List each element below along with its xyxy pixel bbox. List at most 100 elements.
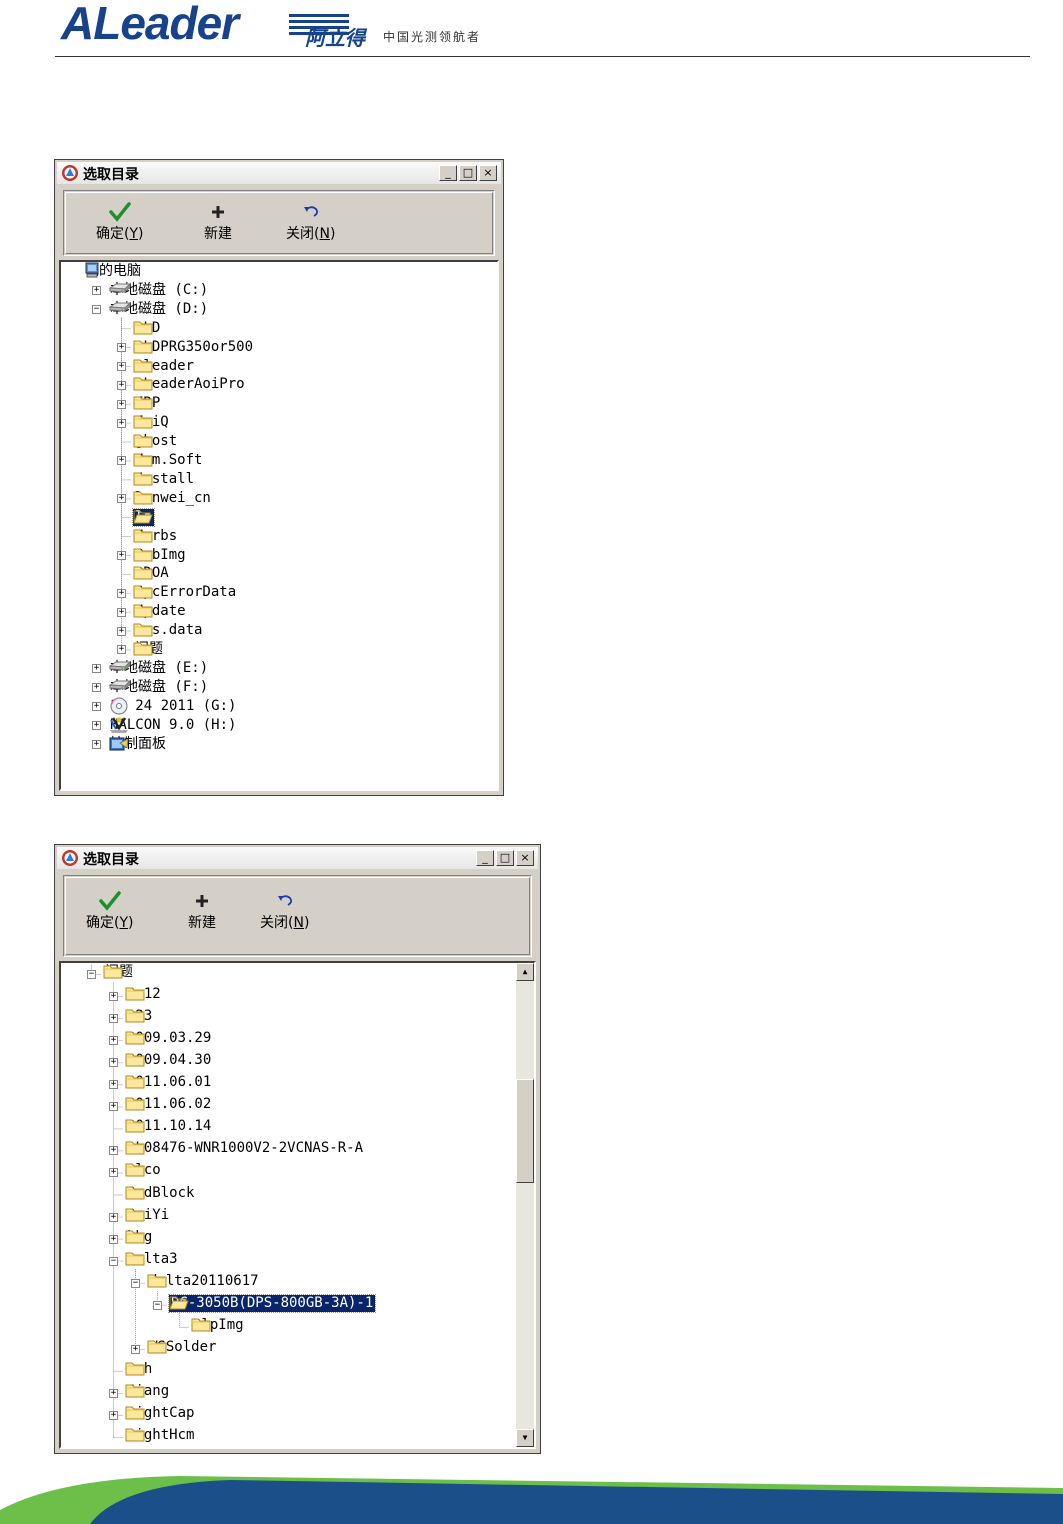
ok-button[interactable]: 确定(Y) [96, 201, 144, 243]
tree-item[interactable]: lanwei_cn [133, 489, 213, 508]
tree-item[interactable]: Hcm.Soft [133, 451, 204, 470]
close-window-button[interactable]: × [516, 850, 534, 866]
tree-item[interactable]: BadBlock [125, 1184, 196, 1203]
expand-plus-icon[interactable]: + [117, 456, 126, 466]
folder-tree[interactable]: ▲ ▼ 问题−3.12+123+2009.03.29+2009.04.30+20… [59, 961, 536, 1449]
expand-plus-icon[interactable]: + [92, 683, 101, 693]
expand-plus-icon[interactable]: + [109, 1388, 118, 1398]
tree-item[interactable]: 2009.03.29 [125, 1029, 213, 1048]
expand-plus-icon[interactable]: + [109, 1234, 118, 1244]
tree-item[interactable]: 本地磁盘 (D:) [108, 300, 210, 319]
tree-item[interactable]: 控制面板 [108, 735, 168, 754]
tree-item[interactable]: 本地磁盘 (E:) [108, 659, 210, 678]
collapse-minus-icon[interactable]: − [131, 1278, 140, 1288]
folder-tree[interactable]: 我的电脑本地磁盘 (C:) + 本地磁盘 (D:)− ALDALDPRG350or50… [59, 260, 499, 791]
tree-item[interactable]: LightHcm [125, 1426, 196, 1445]
scroll-up-arrow-icon[interactable]: ▲ [516, 963, 534, 981]
expand-plus-icon[interactable]: + [117, 418, 126, 428]
collapse-minus-icon[interactable]: − [87, 970, 96, 980]
expand-plus-icon[interactable]: + [117, 607, 126, 617]
tree-item[interactable]: 问题 [133, 640, 165, 659]
expand-plus-icon[interactable]: + [117, 343, 126, 353]
tree-item[interactable]: OlpImg [191, 1316, 246, 1335]
collapse-minus-icon[interactable]: − [92, 305, 101, 315]
tree-item[interactable]: RDOA [133, 564, 171, 583]
tree-item[interactable]: ALeaderAoiPro [133, 375, 247, 394]
tree-item[interactable]: AL08476-WNR1000V2-2VCNAS-R-A [125, 1139, 365, 1158]
expand-plus-icon[interactable]: + [92, 664, 101, 674]
tree-item[interactable]: PcbImg [133, 546, 188, 565]
expand-plus-icon[interactable]: + [131, 1344, 140, 1354]
expand-plus-icon[interactable]: + [109, 1212, 118, 1222]
tree-item[interactable]: 3.12 [125, 985, 163, 1004]
maximize-button[interactable]: □ [496, 850, 514, 866]
tree-item[interactable]: 2011.06.01 [125, 1073, 213, 1092]
expand-plus-icon[interactable]: + [92, 286, 101, 296]
expand-plus-icon[interactable]: + [92, 702, 101, 712]
tree-item[interactable]: 2011.06.02 [125, 1095, 213, 1114]
tree-item[interactable]: 我的电脑 [83, 262, 143, 281]
ok-button[interactable]: 确定(Y) [86, 890, 134, 932]
expand-plus-icon[interactable]: + [117, 494, 126, 504]
close-window-button[interactable]: × [479, 165, 497, 181]
tree-item[interactable]: ALD [133, 319, 162, 338]
expand-plus-icon[interactable]: + [92, 739, 101, 749]
expand-plus-icon[interactable]: + [109, 1102, 118, 1112]
tree-item[interactable]: Install [133, 470, 196, 489]
expand-plus-icon[interactable]: + [117, 550, 126, 560]
tree-item[interactable]: 2011.10.14 [125, 1117, 213, 1136]
tree-item[interactable]: FeiQ [133, 413, 171, 432]
collapse-minus-icon[interactable]: − [153, 1300, 162, 1310]
expand-plus-icon[interactable]: + [92, 721, 101, 731]
tree-item[interactable]: bbg [125, 1228, 154, 1247]
tree-item[interactable]: 2009.04.30 [125, 1051, 213, 1070]
expand-plus-icon[interactable]: + [109, 992, 118, 1002]
minimize-button[interactable]: _ [439, 165, 457, 181]
tree-item[interactable]: 问题 [103, 963, 135, 982]
tree-item[interactable]: ls [132, 507, 155, 527]
expand-plus-icon[interactable]: + [109, 1411, 118, 1421]
expand-plus-icon[interactable]: + [117, 645, 126, 655]
tree-item[interactable]: BaiYi [125, 1206, 171, 1225]
expand-plus-icon[interactable]: + [117, 588, 126, 598]
expand-plus-icon[interactable]: + [109, 1080, 118, 1090]
tree-item[interactable]: ALDPRG350or500 [133, 338, 255, 357]
maximize-button[interactable]: □ [459, 165, 477, 181]
expand-plus-icon[interactable]: + [109, 1168, 118, 1178]
expand-plus-icon[interactable]: + [109, 1014, 118, 1024]
tree-item[interactable]: vss.data [133, 621, 204, 640]
scroll-thumb[interactable] [516, 1079, 534, 1183]
tree-item[interactable]: DC-3050B(DPS-800GB-3A)-1 [167, 1293, 377, 1313]
close-button[interactable]: 关闭(N) [260, 890, 309, 932]
minimize-button[interactable]: _ [476, 850, 494, 866]
expand-plus-icon[interactable]: + [109, 1146, 118, 1156]
new-folder-button[interactable]: 新建 [204, 201, 232, 243]
expand-plus-icon[interactable]: + [117, 380, 126, 390]
tree-item[interactable]: 本地磁盘 (C:) [108, 281, 210, 300]
tree-item[interactable]: ERP [133, 394, 162, 413]
tree-item[interactable]: HALCON 9.0 (H:) [108, 716, 238, 735]
tree-item[interactable]: Update [133, 602, 188, 621]
new-folder-button[interactable]: 新建 [188, 890, 216, 932]
expand-plus-icon[interactable]: + [117, 361, 126, 371]
tree-item[interactable]: 10 24 2011 (G:) [108, 697, 238, 716]
tree-item[interactable]: delta20110617 [147, 1272, 261, 1291]
scroll-down-arrow-icon[interactable]: ▼ [516, 1429, 534, 1447]
tree-item[interactable]: ghost [133, 432, 179, 451]
title-bar[interactable]: 选取目录 _ □ × [57, 162, 501, 184]
tree-item[interactable]: 本地磁盘 (F:) [108, 678, 210, 697]
tree-item[interactable]: Nurbs [133, 527, 179, 546]
collapse-minus-icon[interactable]: − [109, 1256, 118, 1266]
tree-item[interactable]: WSSolder [147, 1338, 218, 1357]
close-button[interactable]: 关闭(N) [286, 201, 335, 243]
tree-item[interactable]: 123 [125, 1007, 154, 1026]
tree-item[interactable]: Jiang [125, 1382, 171, 1401]
tree-item[interactable]: Delta3 [125, 1250, 180, 1269]
vertical-scrollbar[interactable]: ▲ ▼ [516, 963, 534, 1447]
expand-plus-icon[interactable]: + [109, 1058, 118, 1068]
tree-item[interactable]: SpcErrorData [133, 583, 238, 602]
expand-plus-icon[interactable]: + [109, 1036, 118, 1046]
tree-item[interactable]: Aleader [133, 357, 196, 376]
tree-item[interactable]: ezh [125, 1360, 154, 1379]
expand-plus-icon[interactable]: + [117, 399, 126, 409]
